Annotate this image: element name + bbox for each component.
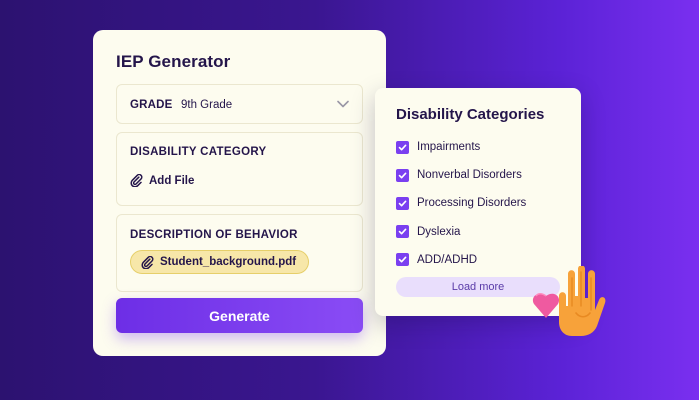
generate-button[interactable]: Generate (116, 298, 363, 333)
iep-generator-title: IEP Generator (116, 52, 231, 71)
iep-generator-card: IEP Generator GRADE 9th Grade DISABILITY… (93, 30, 386, 356)
disability-category-label: DISABILITY CATEGORY (130, 146, 267, 158)
checkbox-checked-icon[interactable] (396, 225, 409, 239)
category-label: Processing Disorders (417, 197, 527, 210)
checkbox-checked-icon[interactable] (396, 140, 409, 154)
grade-select[interactable]: GRADE 9th Grade (116, 84, 363, 124)
grade-value: 9th Grade (180, 99, 233, 111)
checkbox-checked-icon[interactable] (396, 253, 409, 267)
disability-category-field: DISABILITY CATEGORY Add File (116, 132, 363, 206)
description-of-behavior-label: DESCRIPTION OF BEHAVIOR (130, 229, 298, 241)
category-label: Dyslexia (417, 225, 461, 238)
grade-label: GRADE (130, 99, 173, 111)
category-item-processing-disorders[interactable]: Processing Disorders (396, 189, 561, 217)
category-label: Impairments (417, 141, 481, 154)
attached-file-chip[interactable]: Student_background.pdf (130, 250, 310, 274)
checkbox-checked-icon[interactable] (396, 168, 409, 182)
category-label: Nonverbal Disorders (417, 169, 522, 182)
paperclip-icon (130, 174, 143, 187)
chevron-down-icon (337, 100, 349, 108)
add-file-label: Add File (149, 174, 195, 187)
disability-categories-title: Disability Categories (396, 106, 545, 123)
category-item-nonverbal-disorders[interactable]: Nonverbal Disorders (396, 161, 561, 189)
category-item-dyslexia[interactable]: Dyslexia (396, 218, 561, 246)
category-label: ADD/ADHD (417, 253, 478, 266)
add-file-button[interactable]: Add File (130, 174, 349, 187)
attached-file-name: Student_background.pdf (160, 256, 297, 268)
hand-heart-icon (532, 266, 606, 336)
category-item-impairments[interactable]: Impairments (396, 133, 561, 161)
checkbox-checked-icon[interactable] (396, 196, 409, 210)
description-of-behavior-field: DESCRIPTION OF BEHAVIOR Student_backgrou… (116, 214, 363, 292)
paperclip-icon (141, 255, 154, 269)
